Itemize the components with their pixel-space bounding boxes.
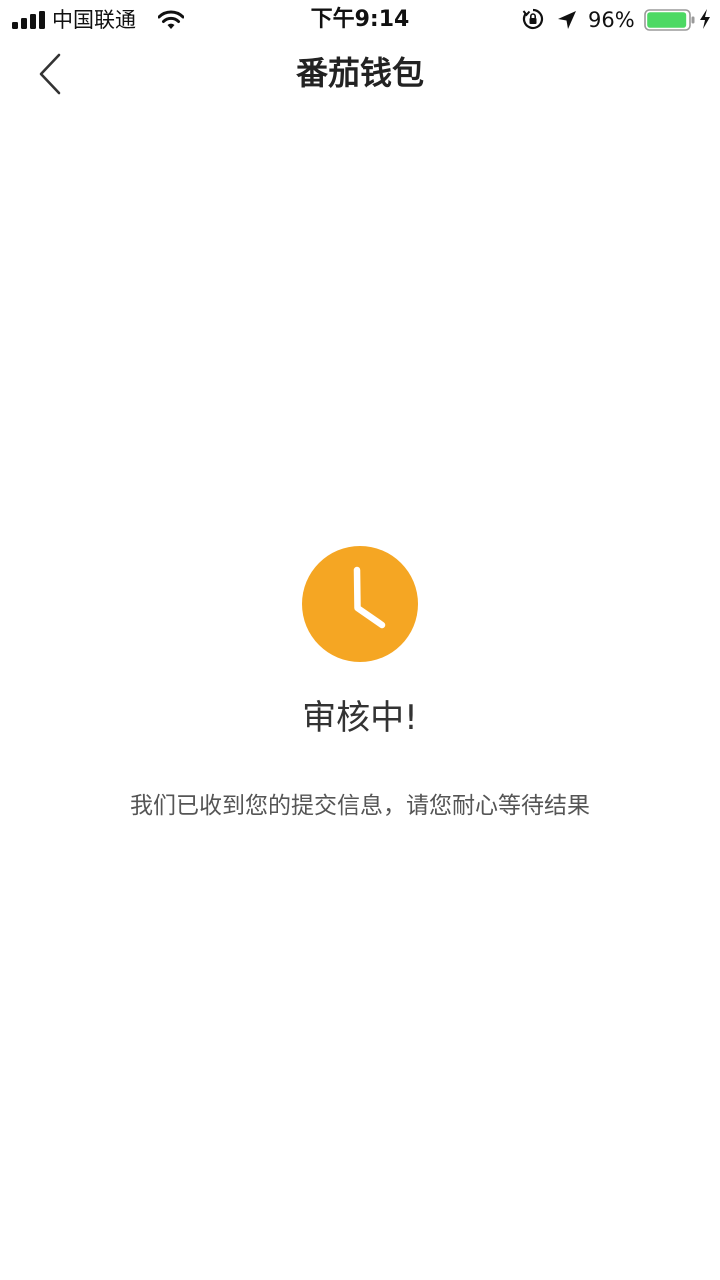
- status-bar: 中国联通 下午9:14 96%: [0, 0, 720, 40]
- review-status-title: 审核中!: [302, 698, 418, 738]
- page-title: 番茄钱包: [295, 54, 424, 92]
- battery-icon: [644, 9, 695, 31]
- battery-percent: 96%: [588, 8, 635, 32]
- nav-bar: 番茄钱包: [0, 40, 720, 108]
- review-status-description: 我们已收到您的提交信息，请您耐心等待结果: [130, 793, 590, 819]
- charging-icon: [700, 9, 710, 29]
- clock-icon: [302, 546, 418, 662]
- location-icon: [558, 11, 576, 29]
- orientation-lock-icon: [522, 8, 544, 30]
